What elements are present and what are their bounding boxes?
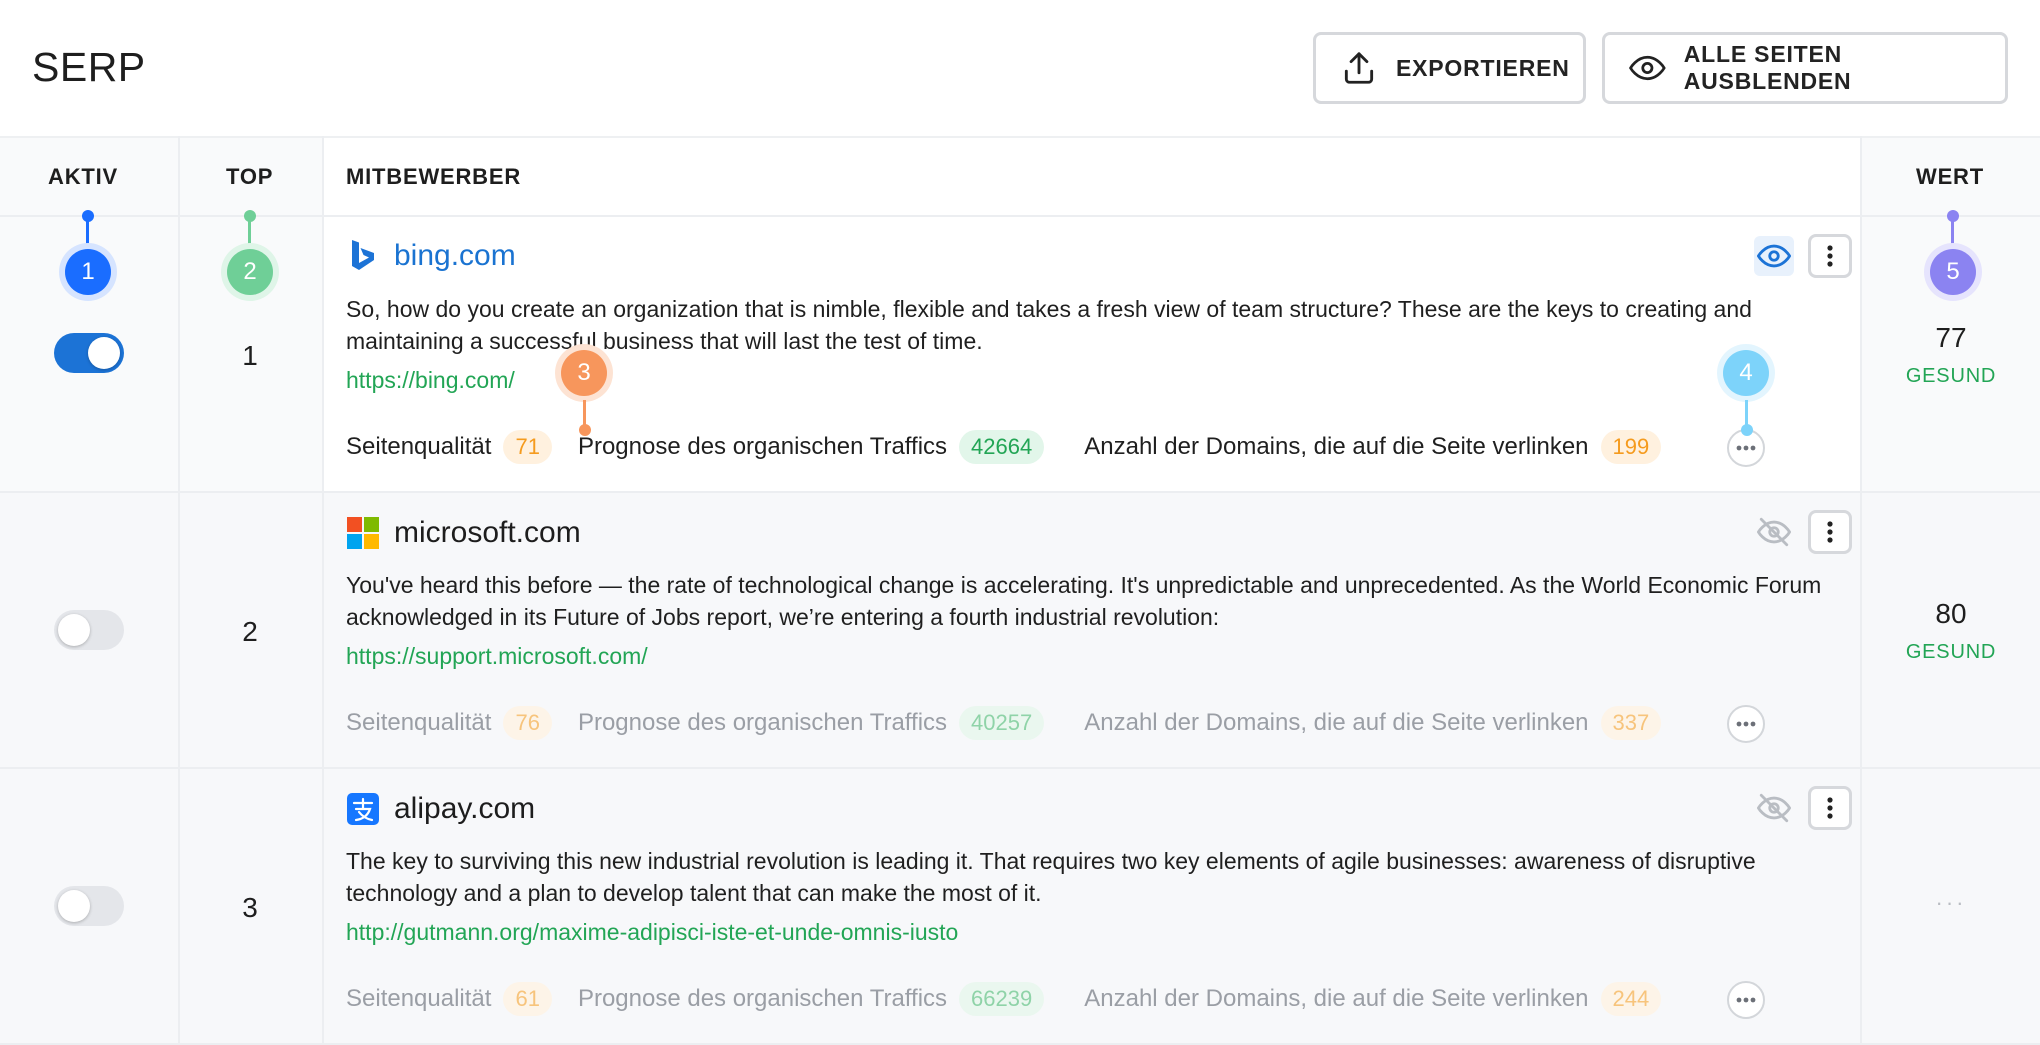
callout-marker-4: 4	[1717, 344, 1775, 402]
domains-label: Anzahl der Domains, die auf die Seite ve…	[1084, 985, 1589, 1012]
more-dots-icon	[1736, 445, 1756, 451]
competitor-site[interactable]: bing.com	[346, 239, 516, 273]
traffic-badge: 66239	[959, 982, 1045, 1016]
row-menu-button[interactable]	[1808, 510, 1852, 554]
domains-label: Anzahl der Domains, die auf die Seite ve…	[1084, 433, 1589, 460]
metrics-row: Seitenqualität 71 Prognose des organisch…	[346, 430, 1662, 464]
quality-label: Seitenqualität	[346, 433, 492, 460]
snippet-description: You've heard this before — the rate of t…	[346, 572, 1822, 630]
callout-marker-2: 2	[221, 243, 279, 301]
more-dots-icon	[1736, 997, 1756, 1003]
traffic-label: Prognose des organischen Traffics	[577, 433, 948, 460]
score-value: 77	[1935, 322, 1967, 353]
column-header-mitbewerber: MITBEWERBER	[346, 164, 522, 189]
microsoft-icon	[346, 516, 380, 550]
quality-label: Seitenqualität	[346, 709, 492, 736]
score-status: GESUND	[1905, 641, 1997, 663]
competitor-site[interactable]: alipay.com	[346, 792, 535, 826]
more-metrics-button[interactable]	[1727, 981, 1765, 1019]
domains-badge: 337	[1600, 706, 1662, 740]
domains-label: Anzahl der Domains, die auf die Seite ve…	[1084, 709, 1589, 736]
callout-marker-5: 5	[1924, 243, 1982, 301]
competitor-domain[interactable]: alipay.com	[394, 792, 535, 826]
result-url[interactable]: https://support.microsoft.com/	[346, 643, 648, 670]
rank-number: 3	[242, 892, 258, 923]
more-metrics-button[interactable]	[1727, 705, 1765, 743]
column-header-wert: WERT	[1916, 164, 1984, 189]
callout-marker-3: 3	[555, 344, 613, 402]
more-dots-icon	[1736, 721, 1756, 727]
export-label: EXPORTIEREN	[1396, 54, 1570, 81]
row-menu-button[interactable]	[1808, 234, 1852, 278]
snippet-description: The key to surviving this new industrial…	[346, 848, 1756, 906]
row-menu-button[interactable]	[1808, 786, 1852, 830]
quality-badge: 71	[503, 430, 552, 464]
quality-badge: 76	[503, 706, 552, 740]
domains-badge: 244	[1600, 982, 1662, 1016]
export-button[interactable]: EXPORTIEREN	[1313, 32, 1586, 104]
kebab-icon	[1827, 245, 1833, 267]
score-value: 80	[1935, 598, 1967, 629]
hide-all-pages-button[interactable]: ALLE SEITEN AUSBLENDEN	[1602, 32, 2008, 104]
rank-number: 2	[242, 616, 258, 647]
callout-marker-1: 1	[59, 243, 117, 301]
visibility-off-icon[interactable]	[1754, 788, 1794, 828]
score-pending: ···	[1935, 890, 1967, 915]
active-toggle[interactable]	[54, 333, 124, 373]
column-header-aktiv: AKTIV	[48, 164, 118, 189]
quality-label: Seitenqualität	[346, 985, 492, 1012]
result-url[interactable]: http://gutmann.org/maxime-adipisci-iste-…	[346, 919, 958, 946]
hide-all-label: ALLE SEITEN AUSBLENDEN	[1683, 41, 1852, 94]
page-title: SERP	[32, 44, 146, 90]
competitor-site[interactable]: microsoft.com	[346, 516, 581, 550]
kebab-icon	[1827, 797, 1833, 819]
eye-icon	[1629, 55, 1666, 81]
active-toggle[interactable]	[54, 886, 124, 926]
traffic-badge: 40257	[959, 706, 1045, 740]
competitor-domain[interactable]: bing.com	[394, 239, 516, 273]
visibility-off-icon[interactable]	[1754, 512, 1794, 552]
bing-icon	[346, 239, 380, 273]
active-toggle[interactable]	[54, 610, 124, 650]
score-status: GESUND	[1905, 365, 1997, 387]
metrics-row: Seitenqualität 76 Prognose des organisch…	[346, 706, 1662, 740]
column-header-top: TOP	[226, 164, 274, 189]
upload-icon	[1344, 52, 1374, 84]
traffic-label: Prognose des organischen Traffics	[577, 709, 948, 736]
top-bar: SERP EXPORTIEREN ALLE SEITEN AUSBLENDEN	[0, 0, 2040, 136]
kebab-icon	[1827, 521, 1833, 543]
table-header	[0, 136, 2040, 217]
result-url[interactable]: https://bing.com/	[346, 367, 515, 394]
rank-number: 1	[242, 340, 258, 371]
alipay-icon	[346, 792, 380, 826]
visibility-eye-icon[interactable]	[1754, 236, 1794, 276]
competitor-domain[interactable]: microsoft.com	[394, 516, 581, 550]
domains-badge: 199	[1600, 430, 1662, 464]
quality-badge: 61	[503, 982, 552, 1016]
traffic-badge: 42664	[959, 430, 1045, 464]
metrics-row: Seitenqualität 61 Prognose des organisch…	[346, 982, 1662, 1016]
traffic-label: Prognose des organischen Traffics	[577, 985, 948, 1012]
